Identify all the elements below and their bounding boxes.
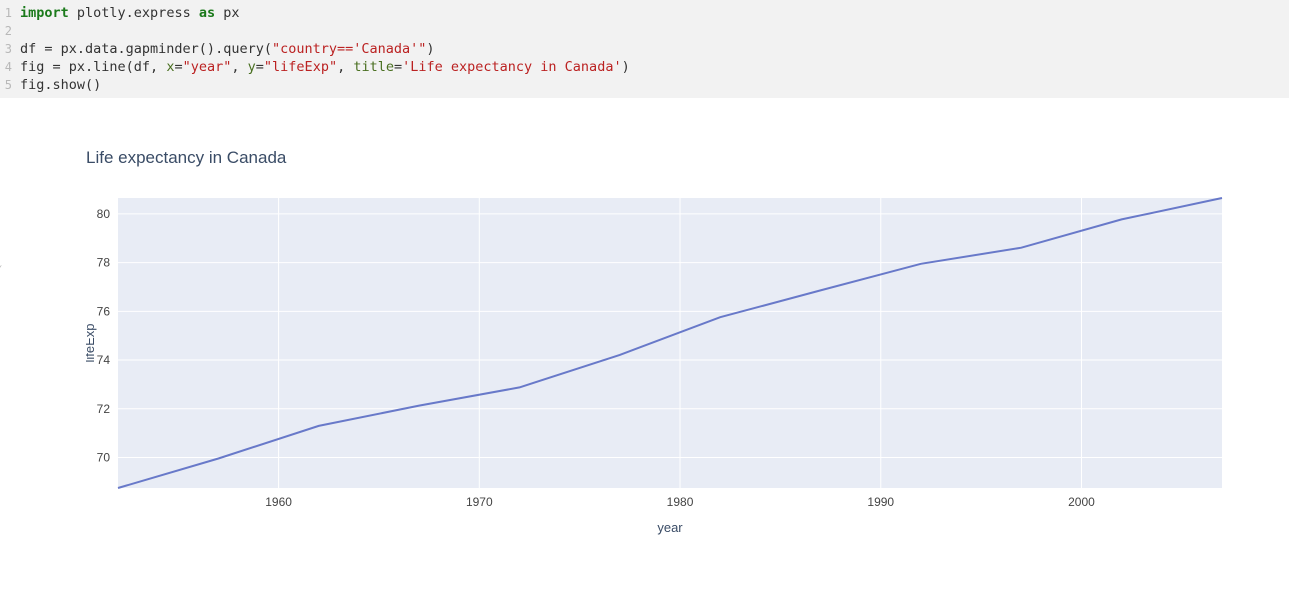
y-axis-label: lifeExp	[86, 323, 97, 362]
line-number: 1	[0, 4, 20, 22]
code-line[interactable]: 4fig = px.line(df, x="year", y="lifeExp"…	[0, 58, 1289, 76]
line-number: 2	[0, 22, 20, 40]
fold-caret-icon[interactable]: ˇ	[0, 265, 2, 282]
output-cell: ˇ Life expectancy in Canada 70 72 74 76 78 80…	[0, 98, 1307, 551]
code-content[interactable]: fig.show()	[20, 76, 1289, 94]
y-tick-label: 78	[97, 256, 111, 270]
line-number: 3	[0, 40, 20, 58]
code-line[interactable]: 1import plotly.express as px	[0, 4, 1289, 22]
chart[interactable]: 70 72 74 76 78 80 1960 1970 1980 1990 2000 year life…	[86, 188, 1281, 551]
code-line[interactable]: 2	[0, 22, 1289, 40]
y-tick-label: 70	[97, 451, 111, 465]
x-tick-label: 1960	[265, 495, 292, 509]
x-tick-label: 1970	[466, 495, 493, 509]
code-cell[interactable]: 1import plotly.express as px23df = px.da…	[0, 0, 1289, 98]
x-tick-label: 1980	[667, 495, 694, 509]
code-line[interactable]: 5fig.show()	[0, 76, 1289, 94]
line-number: 5	[0, 76, 20, 94]
y-tick-label: 74	[97, 353, 111, 367]
code-content[interactable]	[20, 22, 1289, 40]
y-tick-label: 76	[97, 304, 111, 318]
x-tick-label: 2000	[1068, 495, 1095, 509]
code-content[interactable]: df = px.data.gapminder().query("country=…	[20, 40, 1289, 58]
code-content[interactable]: import plotly.express as px	[20, 4, 1289, 22]
code-content[interactable]: fig = px.line(df, x="year", y="lifeExp",…	[20, 58, 1289, 76]
line-number: 4	[0, 58, 20, 76]
x-axis-label: year	[657, 520, 683, 535]
plot-background[interactable]	[118, 198, 1222, 488]
x-tick-label: 1990	[867, 495, 894, 509]
y-tick-label: 72	[97, 402, 111, 416]
code-line[interactable]: 3df = px.data.gapminder().query("country…	[0, 40, 1289, 58]
y-tick-label: 80	[97, 207, 111, 221]
chart-title: Life expectancy in Canada	[86, 148, 1307, 168]
